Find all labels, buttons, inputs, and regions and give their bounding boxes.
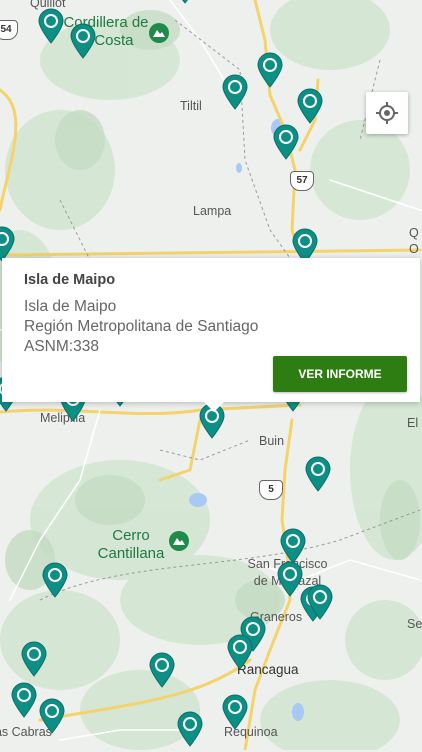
park-label-cantillana: Cerro Cantillana: [97, 527, 165, 562]
map-marker[interactable]: [70, 23, 96, 59]
map-marker[interactable]: [39, 698, 65, 734]
map-marker[interactable]: [38, 8, 64, 44]
map-marker[interactable]: [222, 694, 248, 730]
my-location-button[interactable]: [366, 92, 408, 134]
map-view[interactable]: Quillot Tiltil Lampa Melipilla Buin San …: [0, 0, 422, 750]
edge-label-q: Q: [409, 226, 419, 240]
place-label-lampa: Lampa: [193, 204, 232, 218]
place-label-buin: Buin: [259, 434, 285, 448]
map-marker[interactable]: [273, 124, 299, 160]
info-window-place: Isla de Maipo: [24, 298, 117, 315]
route-shield: 5: [259, 480, 283, 500]
map-marker[interactable]: [307, 584, 333, 620]
info-window-altitude: ASNM:338: [24, 338, 99, 355]
map-marker[interactable]: [21, 641, 47, 677]
map-marker[interactable]: [297, 88, 323, 124]
info-window-region: Región Metropolitana de Santiago: [24, 318, 259, 335]
map-marker[interactable]: [149, 652, 175, 688]
map-marker[interactable]: [305, 456, 331, 492]
park-icon-cantillana: [168, 530, 190, 557]
place-label-tiltil: Tiltil: [180, 99, 202, 113]
ver-informe-button[interactable]: VER INFORME: [273, 356, 407, 392]
info-window-title: Isla de Maipo: [24, 272, 116, 288]
my-location-icon: [375, 101, 399, 125]
edge-label-el: El: [407, 416, 419, 430]
map-marker[interactable]: [227, 634, 253, 670]
map-marker[interactable]: [222, 74, 248, 110]
map-marker[interactable]: [257, 52, 283, 88]
map-marker[interactable]: [172, 0, 198, 4]
info-window-pointer: [203, 401, 225, 412]
map-marker[interactable]: [280, 528, 306, 564]
info-window: Isla de Maipo Isla de Maipo Región Metro…: [2, 258, 420, 402]
route-shield: 57: [290, 171, 314, 191]
map-marker[interactable]: [177, 711, 203, 747]
map-marker[interactable]: [42, 562, 68, 598]
map-marker[interactable]: [0, 226, 15, 262]
park-icon-cordillera: [148, 22, 170, 49]
map-marker[interactable]: [11, 682, 37, 718]
edge-label-o: O: [409, 242, 419, 256]
edge-label-se: Se: [407, 617, 422, 631]
